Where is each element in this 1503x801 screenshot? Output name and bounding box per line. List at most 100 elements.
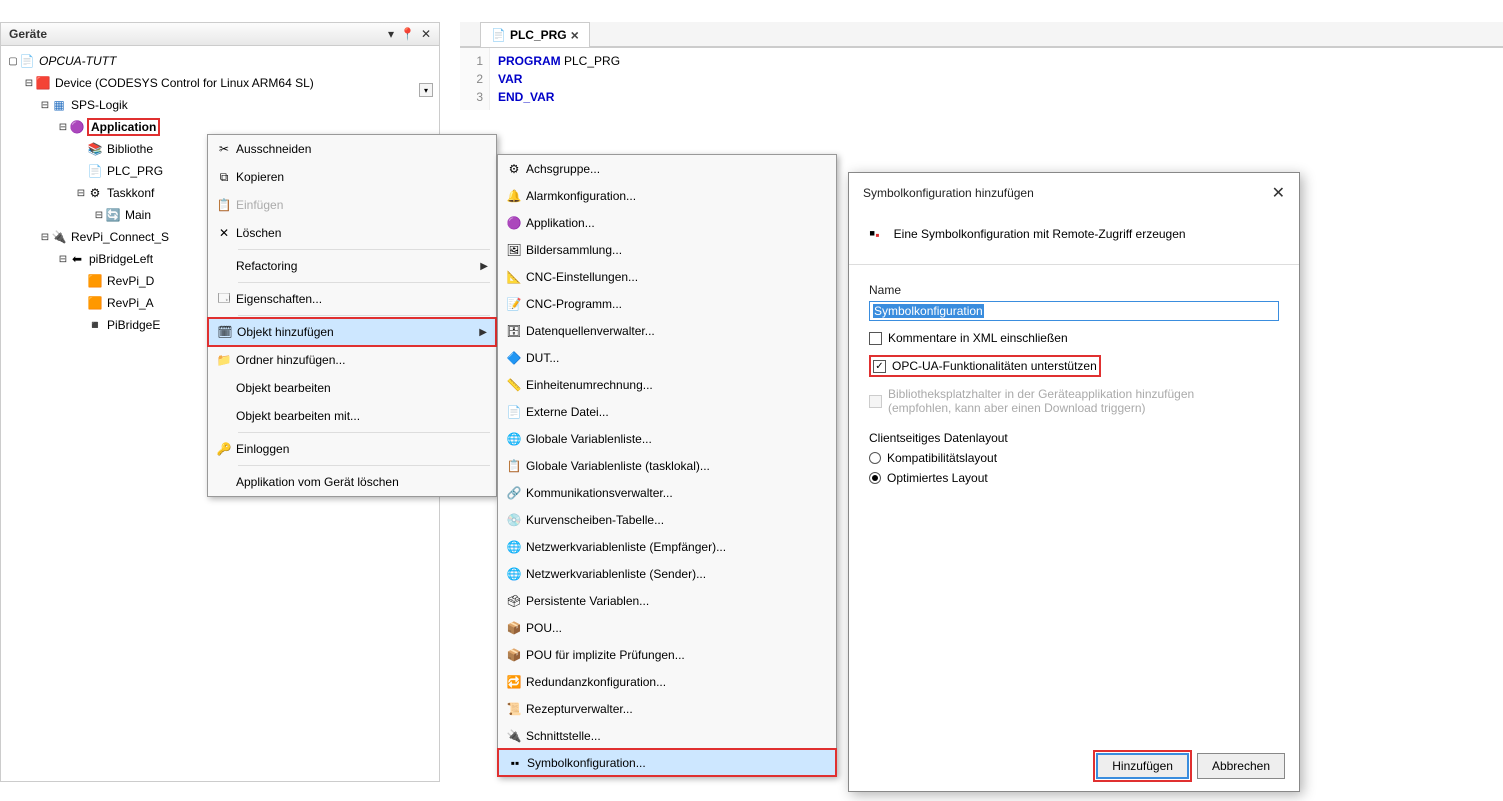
menu-add-object[interactable]: 🗓Objekt hinzufügen▶	[208, 318, 496, 346]
menu-delete[interactable]: ✕Löschen	[208, 219, 496, 247]
panel-controls: ▾ 📍 ✕	[388, 27, 431, 41]
editor-tabs: 📄 PLC_PRG ×	[460, 22, 1503, 47]
menu-copy[interactable]: ⧉Kopieren	[208, 163, 496, 191]
checkbox-lib-placeholder: Bibliotheksplatzhalter in der Geräteappl…	[869, 387, 1279, 415]
name-input[interactable]: Symbolkonfiguration	[869, 301, 1279, 321]
menu-properties[interactable]: 🗔Eigenschaften...	[208, 285, 496, 313]
submenu-redundancy[interactable]: 🔁Redundanzkonfiguration...	[498, 668, 836, 695]
nvl-recv-icon: 🌐	[502, 540, 526, 554]
add-object-submenu: ⚙Achsgruppe... 🔔Alarmkonfiguration... 🟣A…	[497, 154, 837, 777]
gvl-icon: 🌐	[502, 432, 526, 446]
pin-icon[interactable]: 📍	[400, 27, 415, 41]
submenu-nvl-recv[interactable]: 🌐Netzwerkvariablenliste (Empfänger)...	[498, 533, 836, 560]
tab-label: PLC_PRG	[510, 28, 567, 42]
redundancy-icon: 🔁	[502, 675, 526, 689]
checkbox-icon	[869, 395, 882, 408]
submenu-recipe[interactable]: 📜Rezepturverwalter...	[498, 695, 836, 722]
submenu-persist[interactable]: 🗳Persistente Variablen...	[498, 587, 836, 614]
pou-icon: 📦	[502, 621, 526, 635]
menu-edit-object[interactable]: Objekt bearbeiten	[208, 374, 496, 402]
submenu-gvl[interactable]: 🌐Globale Variablenliste...	[498, 425, 836, 452]
submenu-application[interactable]: 🟣Applikation...	[498, 209, 836, 236]
submenu-cnc-prog[interactable]: 📝CNC-Programm...	[498, 290, 836, 317]
submenu-pou-impl[interactable]: 📦POU für implizite Prüfungen...	[498, 641, 836, 668]
dialog-header: Symbolkonfiguration hinzufügen ✕	[849, 173, 1299, 213]
menu-login[interactable]: 🔑Einloggen	[208, 435, 496, 463]
cut-icon: ✂	[212, 142, 236, 156]
copy-icon: ⧉	[212, 170, 236, 185]
add-symbolconfig-dialog: Symbolkonfiguration hinzufügen ✕ ▪▪ Eine…	[848, 172, 1300, 792]
symbolconfig-icon: ▪▪	[503, 756, 527, 770]
tree-device[interactable]: ⊟🟥Device (CODESYS Control for Linux ARM6…	[3, 72, 437, 94]
submenu-achsgruppe[interactable]: ⚙Achsgruppe...	[498, 155, 836, 182]
line-gutter: 123	[460, 48, 490, 110]
delete-icon: ✕	[212, 226, 236, 240]
dialog-close-icon[interactable]: ✕	[1272, 183, 1285, 203]
pou-impl-icon: 📦	[502, 648, 526, 662]
nvl-send-icon: 🌐	[502, 567, 526, 581]
persist-icon: 🗳	[502, 594, 526, 608]
cnc-settings-icon: 📐	[502, 270, 526, 284]
dut-icon: 🔷	[502, 351, 526, 365]
submenu-nvl-send[interactable]: 🌐Netzwerkvariablenliste (Sender)...	[498, 560, 836, 587]
submenu-gvl-task[interactable]: 📋Globale Variablenliste (tasklokal)...	[498, 452, 836, 479]
dialog-title: Symbolkonfiguration hinzufügen	[863, 186, 1034, 200]
comm-icon: 🔗	[502, 486, 526, 500]
submenu-datasource[interactable]: 🗄Datenquellenverwalter...	[498, 317, 836, 344]
symbolconfig-icon: ▪▪	[869, 223, 880, 244]
code-editor[interactable]: 123 PROGRAM PLC_PRG VAR END_VAR	[460, 47, 1503, 110]
submenu-pou[interactable]: 📦POU...	[498, 614, 836, 641]
minimize-icon[interactable]: ▾	[388, 27, 394, 41]
radio-compat[interactable]: Kompatibilitätslayout	[869, 451, 1279, 465]
cam-icon: 💿	[502, 513, 526, 527]
submenu-symbolconfig[interactable]: ▪▪Symbolkonfiguration...	[498, 749, 836, 776]
code-body[interactable]: PROGRAM PLC_PRG VAR END_VAR	[490, 48, 628, 110]
submenu-arrow-icon: ▶	[479, 327, 487, 338]
checkbox-xml-comments[interactable]: Kommentare in XML einschließen	[869, 331, 1279, 345]
file-icon: 📄	[491, 28, 506, 42]
submenu-alarm[interactable]: 🔔Alarmkonfiguration...	[498, 182, 836, 209]
submenu-comm[interactable]: 🔗Kommunikationsverwalter...	[498, 479, 836, 506]
dialog-footer: Hinzufügen Abbrechen	[849, 741, 1299, 791]
submenu-units[interactable]: 📏Einheitenumrechnung...	[498, 371, 836, 398]
radio-optimized[interactable]: Optimiertes Layout	[869, 471, 1279, 485]
context-menu: ✂Ausschneiden ⧉Kopieren 📋Einfügen ✕Lösch…	[207, 134, 497, 497]
tab-close-icon[interactable]: ×	[571, 27, 579, 43]
close-icon[interactable]: ✕	[421, 27, 431, 41]
menu-edit-object-with[interactable]: Objekt bearbeiten mit...	[208, 402, 496, 430]
submenu-interface[interactable]: 🔌Schnittstelle...	[498, 722, 836, 749]
checkbox-icon	[873, 360, 886, 373]
submenu-images[interactable]: 🖼Bildersammlung...	[498, 236, 836, 263]
panel-header: Geräte ▾ 📍 ✕	[1, 23, 439, 46]
gvl-task-icon: 📋	[502, 459, 526, 473]
datasource-icon: 🗄	[502, 324, 526, 338]
submenu-cam[interactable]: 💿Kurvenscheiben-Tabelle...	[498, 506, 836, 533]
panel-title: Geräte	[9, 27, 47, 41]
app-icon: 🟣	[502, 216, 526, 230]
menu-add-folder[interactable]: 📁Ordner hinzufügen...	[208, 346, 496, 374]
folder-icon: 📁	[212, 353, 236, 367]
submenu-dut[interactable]: 🔷DUT...	[498, 344, 836, 371]
checkbox-icon	[869, 332, 882, 345]
interface-icon: 🔌	[502, 729, 526, 743]
recipe-icon: 📜	[502, 702, 526, 716]
submenu-extfile[interactable]: 📄Externe Datei...	[498, 398, 836, 425]
dialog-body: Name Symbolkonfiguration Kommentare in X…	[849, 279, 1299, 741]
submenu-cnc-settings[interactable]: 📐CNC-Einstellungen...	[498, 263, 836, 290]
checkbox-opcua[interactable]: OPC-UA-Funktionalitäten unterstützen	[869, 355, 1101, 377]
radio-icon	[869, 452, 881, 464]
units-icon: 📏	[502, 378, 526, 392]
menu-cut[interactable]: ✂Ausschneiden	[208, 135, 496, 163]
cancel-button[interactable]: Abbrechen	[1197, 753, 1285, 779]
dialog-intro-text: Eine Symbolkonfiguration mit Remote-Zugr…	[894, 227, 1186, 241]
menu-refactoring[interactable]: Refactoring▶	[208, 252, 496, 280]
tab-plc-prg[interactable]: 📄 PLC_PRG ×	[480, 22, 590, 47]
tree-sps[interactable]: ⊟▦SPS-Logik	[3, 94, 437, 116]
project-dropdown-icon[interactable]: ▾	[419, 83, 433, 97]
dialog-intro: ▪▪ Eine Symbolkonfiguration mit Remote-Z…	[849, 213, 1299, 264]
tree-project[interactable]: ▢📄OPCUA-TUTT	[3, 50, 437, 72]
menu-delete-app[interactable]: Applikation vom Gerät löschen	[208, 468, 496, 496]
add-button[interactable]: Hinzufügen	[1096, 753, 1189, 779]
login-icon: 🔑	[212, 442, 236, 456]
cnc-prog-icon: 📝	[502, 297, 526, 311]
